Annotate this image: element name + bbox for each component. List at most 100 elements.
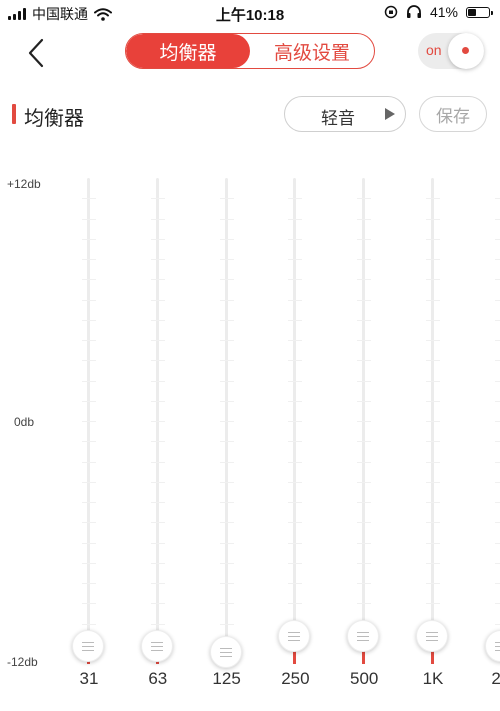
axis-label-bottom: -12db <box>7 655 38 669</box>
slider-tick <box>150 198 165 200</box>
grip-lines-icon <box>288 639 301 642</box>
back-button[interactable] <box>20 36 54 70</box>
mode-switch: 均衡器 高级设置 <box>125 33 375 69</box>
slider-tick <box>357 502 372 503</box>
grip-lines-icon <box>426 639 438 642</box>
slider-tick <box>288 441 303 443</box>
slider-tick <box>219 461 234 463</box>
slider-tick <box>82 502 96 503</box>
slider-tick <box>82 461 96 463</box>
slider-thumb[interactable] <box>140 629 173 662</box>
slider-tick <box>494 198 500 200</box>
slider-tick <box>494 441 500 443</box>
tab-equalizer[interactable]: 均衡器 <box>126 34 250 68</box>
slider-tick <box>82 421 96 422</box>
slider-tick <box>357 259 372 260</box>
slider-tick <box>288 380 303 382</box>
chevron-left-icon <box>28 38 44 68</box>
slider-tick <box>288 218 303 220</box>
slider-tick <box>426 441 440 443</box>
slider-tick <box>219 603 234 605</box>
slider-tick <box>219 319 234 321</box>
slider-tick <box>82 380 96 382</box>
slider-tick <box>426 542 440 544</box>
slider-tick <box>357 583 372 584</box>
slider-tick <box>150 461 165 463</box>
grip-lines-icon <box>494 645 500 648</box>
slider-tick <box>357 319 372 321</box>
slider-tick <box>82 360 96 362</box>
slider-tick <box>494 502 500 503</box>
freq-label-500: 500 <box>350 669 379 688</box>
slider-tick <box>426 198 440 200</box>
slider-tick <box>357 522 372 524</box>
slider-tick <box>82 603 96 605</box>
slider-tick <box>426 299 440 301</box>
slider-tick <box>82 279 96 281</box>
save-button[interactable]: 保存 <box>419 96 487 132</box>
slider-tick <box>150 603 165 605</box>
eq-slider-31[interactable] <box>72 178 104 664</box>
slider-tick <box>494 400 500 402</box>
slider-tick <box>357 481 372 483</box>
freq-label-2k: 2K <box>491 669 500 688</box>
slider-tick <box>150 360 165 362</box>
slider-thumb[interactable] <box>484 629 500 662</box>
slider-tick <box>426 562 440 564</box>
eq-slider-63[interactable] <box>140 178 173 664</box>
orientation-lock-icon <box>384 5 398 19</box>
preset-button[interactable]: 轻音 <box>284 96 406 132</box>
slider-thumb[interactable] <box>209 635 242 668</box>
slider-tick <box>288 400 303 402</box>
freq-label-63: 63 <box>148 669 168 688</box>
eq-slider-1k[interactable] <box>416 178 448 664</box>
slider-thumb[interactable] <box>278 619 311 652</box>
slider-tick <box>150 522 165 524</box>
slider-tick <box>219 238 234 240</box>
slider-tick <box>150 380 165 382</box>
slider-tick <box>426 218 440 220</box>
status-right: 41% <box>384 4 493 20</box>
slider-tick <box>426 461 440 463</box>
slider-thumb[interactable] <box>416 619 448 652</box>
slider-tick <box>426 481 440 483</box>
slider-thumb[interactable] <box>72 629 104 662</box>
slider-tick <box>494 562 500 564</box>
slider-tick <box>357 279 372 281</box>
eq-slider-2k[interactable] <box>484 178 500 664</box>
slider-tick <box>219 502 234 503</box>
slider-tick <box>494 542 500 544</box>
slider-tick <box>150 481 165 483</box>
eq-slider-250[interactable] <box>278 178 311 664</box>
slider-tick <box>494 461 500 463</box>
slider-tick <box>219 441 234 443</box>
eq-slider-125[interactable] <box>209 178 242 668</box>
slider-tick <box>150 441 165 443</box>
toggle-dot <box>462 47 469 54</box>
slider-tick <box>288 360 303 362</box>
slider-tick <box>219 481 234 483</box>
slider-tick <box>82 198 96 200</box>
grip-lines-icon <box>288 635 301 638</box>
slider-tick <box>82 238 96 240</box>
slider-thumb[interactable] <box>347 619 380 652</box>
grip-lines-icon <box>82 645 94 648</box>
eq-power-toggle[interactable]: on <box>418 33 484 69</box>
play-icon <box>385 108 395 120</box>
slider-tick <box>219 259 234 260</box>
slider-tick <box>357 238 372 240</box>
slider-tick <box>219 542 234 544</box>
freq-label-125: 125 <box>212 669 241 688</box>
slider-tick <box>82 218 96 220</box>
slider-tick <box>82 481 96 483</box>
slider-tick <box>288 299 303 301</box>
slider-tick <box>219 340 234 341</box>
grip-lines-icon <box>357 631 370 634</box>
slider-tick <box>150 319 165 321</box>
slider-tick <box>82 259 96 260</box>
tab-advanced-settings[interactable]: 高级设置 <box>250 34 374 68</box>
slider-tick <box>357 603 372 605</box>
slider-tick <box>494 481 500 483</box>
eq-slider-500[interactable] <box>347 178 380 664</box>
slider-tick <box>426 319 440 321</box>
